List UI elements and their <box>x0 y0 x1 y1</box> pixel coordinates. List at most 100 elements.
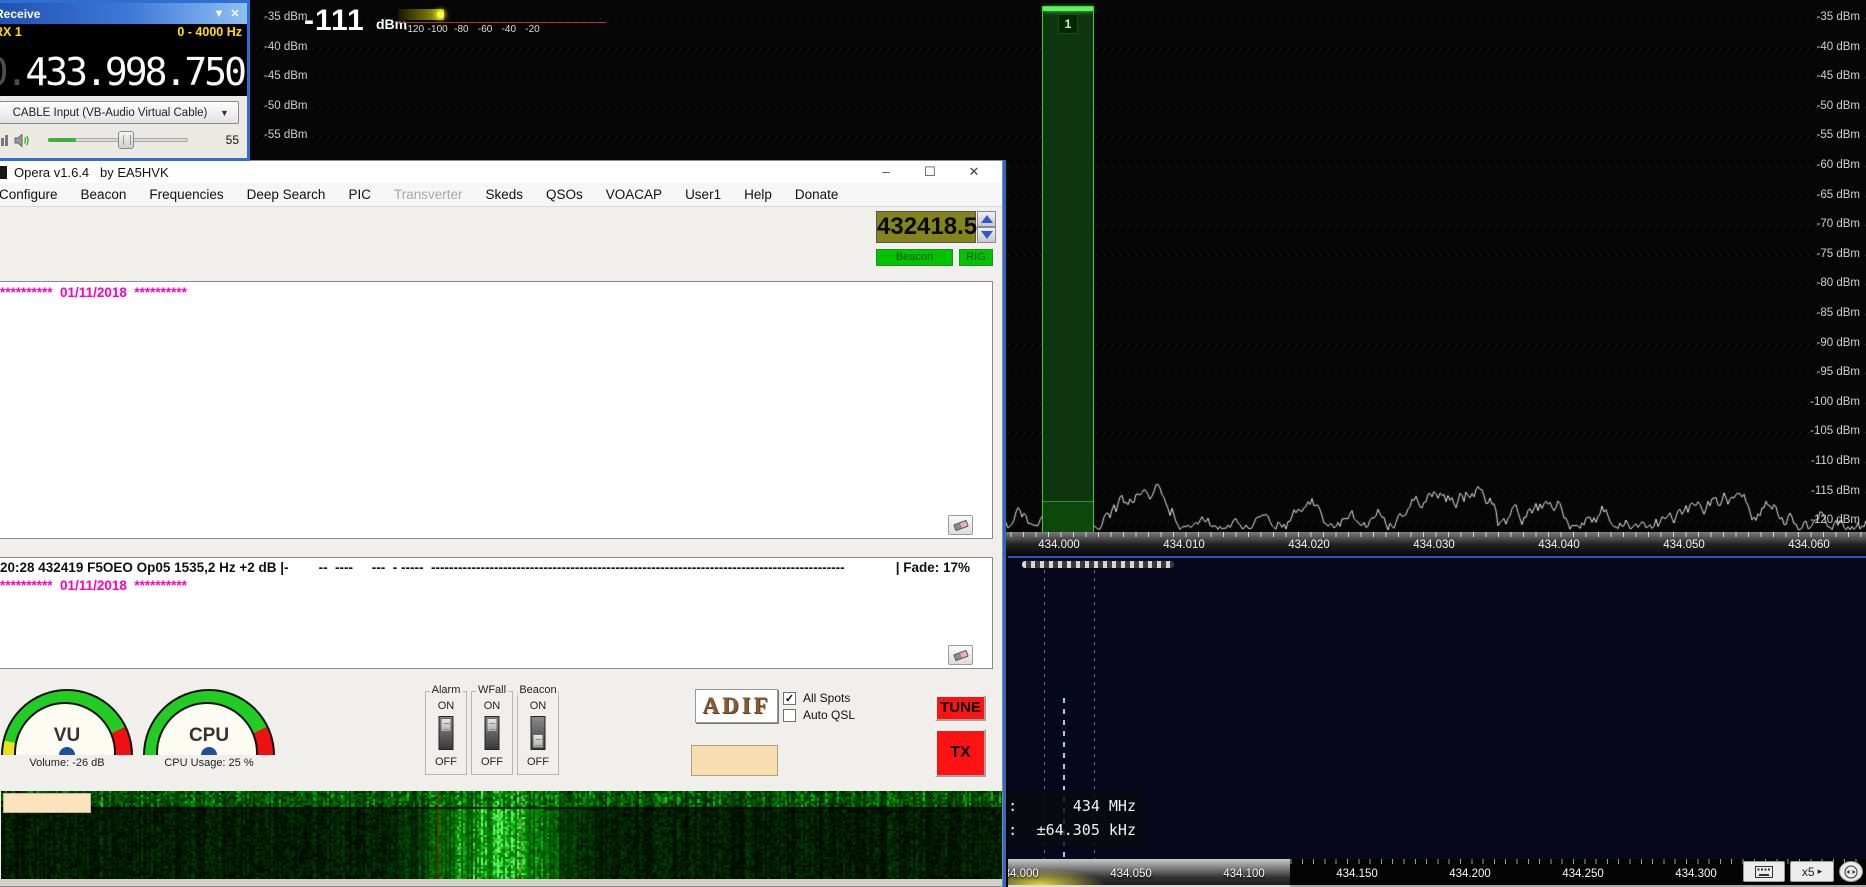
menu-item-qsos[interactable]: QSOs <box>546 187 583 202</box>
menu-item-transverter[interactable]: Transverter <box>394 187 463 202</box>
menu-item-voacap[interactable]: VOACAP <box>606 187 662 202</box>
meter-tick-label: -60 <box>478 24 492 35</box>
tx-button[interactable]: TX <box>935 729 986 777</box>
vu-gauge-label: VU <box>1 725 133 747</box>
menu-item-configure[interactable]: Configure <box>0 187 58 202</box>
maximize-icon[interactable]: ☐ <box>908 164 952 180</box>
tuned-frequency-readout[interactable]: 0.433.998.750 <box>0 50 244 94</box>
waterfall-frequency-scale[interactable]: 434.000434.050434.100434.150434.200434.2… <box>1008 859 1866 885</box>
menu-item-donate[interactable]: Donate <box>795 187 839 202</box>
beacon-mode-button[interactable]: Beacon <box>876 249 953 266</box>
toggle-switch[interactable] <box>485 716 500 750</box>
switch-title: WFall <box>476 684 508 696</box>
tune-button[interactable]: TUNE <box>935 695 986 721</box>
checkbox-label: Auto QSL <box>803 708 855 722</box>
dbm-axis-label: -40 dBm <box>264 41 307 53</box>
tooltip-freq-label: Freq: <box>1008 794 1017 818</box>
menu-bar: Configure Beacon Frequencies Deep Search PIC… <box>0 183 1002 207</box>
menu-item-pic[interactable]: PIC <box>348 187 371 202</box>
toggle-switch[interactable] <box>531 716 546 750</box>
switch-title: Beacon <box>517 684 558 696</box>
audio-device-select[interactable]: CABLE Input (VB-Audio Virtual Cable) ▼ <box>0 101 239 124</box>
volume-value: 55 <box>226 133 241 147</box>
log-date-header: ********** 01/11/2018 ********** <box>0 575 992 593</box>
frequency-tick-label: 434.030 <box>1413 539 1455 551</box>
zoom-scrollbar[interactable] <box>1022 561 1174 568</box>
decode-fade-value: | Fade: 17% <box>896 560 970 575</box>
spinner-down-button[interactable] <box>977 227 996 243</box>
menu-item-user1[interactable]: User1 <box>685 187 721 202</box>
dbm-axis-label: -65 dBm <box>1817 189 1860 201</box>
switch-knob <box>487 718 498 732</box>
close-icon[interactable]: ✕ <box>952 164 996 180</box>
clear-log-button[interactable] <box>948 515 973 535</box>
channel-band-top-cap <box>1043 7 1093 11</box>
volume-fill <box>48 138 76 142</box>
beacon-frequency-spinner[interactable]: 432418.5 <box>876 211 976 243</box>
frequency-tick-label: 434.150 <box>1336 868 1378 880</box>
frequency-tick-label: 434.000 <box>1038 539 1080 551</box>
volume-row: 55 <box>0 124 247 156</box>
waterfall-panel: Freq: 434 MHz Span: ±64.305 kHz 434.0004… <box>1008 556 1866 887</box>
frequency-tick-label: 434.050 <box>1110 868 1152 880</box>
dbm-axis-label: -55 dBm <box>1817 129 1860 141</box>
triangle-down-icon <box>981 231 993 239</box>
speaker-icon[interactable] <box>14 133 32 148</box>
checkbox-row-auto-qsl[interactable]: Auto QSL <box>783 708 855 722</box>
signal-meter-bar <box>398 9 444 20</box>
menu-item-frequencies[interactable]: Frequencies <box>149 187 223 202</box>
volume-thumb[interactable] <box>118 131 134 149</box>
cpu-gauge-caption: CPU Usage: 25 % <box>143 757 275 769</box>
keyboard-entry-button[interactable] <box>1743 861 1785 882</box>
checkbox-checked[interactable]: ✓ <box>783 692 796 705</box>
decode-log-box[interactable]: 20:28 432419 F5OEO Op05 1535,2 Hz +2 dB … <box>0 557 993 669</box>
dbm-axis-label: -55 dBm <box>264 129 307 141</box>
signal-meter-dot <box>437 11 444 18</box>
toggle-switch[interactable] <box>439 716 454 750</box>
adif-export-button[interactable]: ADIF <box>695 689 778 723</box>
checkbox[interactable] <box>783 709 796 722</box>
collapse-icon[interactable]: ▼ <box>211 8 227 20</box>
switch-on-label: ON <box>472 700 512 712</box>
spinner-up-button[interactable] <box>977 211 996 227</box>
decode-line: 20:28 432419 F5OEO Op05 1535,2 Hz +2 dB … <box>0 558 992 575</box>
rig-button[interactable]: RIG <box>959 249 993 266</box>
receive-titlebar[interactable]: Receive ▼ ✕ <box>0 3 247 24</box>
tooltip-span-label: Span: <box>1008 818 1017 842</box>
callsign-field[interactable] <box>691 745 778 776</box>
close-icon[interactable]: ✕ <box>227 7 243 20</box>
minimize-icon[interactable]: – <box>864 164 908 180</box>
zoom-step-arrow-icon: ▸ <box>1818 866 1823 877</box>
dbm-axis-label: -40 dBm <box>1817 41 1860 53</box>
clear-log-button[interactable] <box>948 645 973 665</box>
eraser-icon <box>953 520 969 531</box>
levels-icon <box>0 134 8 146</box>
dbm-axis-label: -85 dBm <box>1817 307 1860 319</box>
checkbox-row-all-spots[interactable]: ✓All Spots <box>783 691 850 705</box>
volume-slider[interactable] <box>48 131 188 149</box>
dbm-axis-label: -35 dBm <box>1817 11 1860 23</box>
opera-titlebar[interactable]: Opera v1.6.4 by EA5HVK – ☐ ✕ <box>0 161 1002 183</box>
menu-item-beacon[interactable]: Beacon <box>81 187 127 202</box>
dbm-axis-label: -45 dBm <box>264 70 307 82</box>
menu-item-skeds[interactable]: Skeds <box>485 187 523 202</box>
opera-window: Opera v1.6.4 by EA5HVK – ☐ ✕ Configure Be… <box>0 160 1003 887</box>
receive-window: Receive ▼ ✕ RX 1 0 - 4000 Hz 0.433.998.7… <box>0 0 250 161</box>
channel-band-indicator[interactable]: 1 <box>1042 6 1094 534</box>
keyboard-icon <box>1755 866 1773 878</box>
span-reset-button[interactable] <box>1839 861 1863 882</box>
signal-meter-scale-line <box>398 22 606 23</box>
decode-dashes: -- ---- --- - ----- --------------------… <box>289 560 896 575</box>
audio-waterfall[interactable] <box>1 791 1003 879</box>
frequency-display: RX 1 0 - 4000 Hz 0.433.998.750 <box>0 24 247 96</box>
dbm-axis-label: -50 dBm <box>1817 100 1860 112</box>
menu-item-deep-search[interactable]: Deep Search <box>247 187 326 202</box>
dbm-axis-label: -80 dBm <box>1817 277 1860 289</box>
zoom-step-button[interactable]: x5 ▸ <box>1790 861 1834 882</box>
signal-meter-ticks: -120-100-80-60-40-20 <box>398 24 606 36</box>
frequency-tick-label: 434.300 <box>1675 868 1717 880</box>
rx-channel-label: RX 1 <box>0 25 22 39</box>
menu-item-help[interactable]: Help <box>744 187 772 202</box>
triangle-up-icon <box>981 215 993 223</box>
monitor-log-box[interactable]: ********** 01/11/2018 ********** <box>0 281 993 539</box>
